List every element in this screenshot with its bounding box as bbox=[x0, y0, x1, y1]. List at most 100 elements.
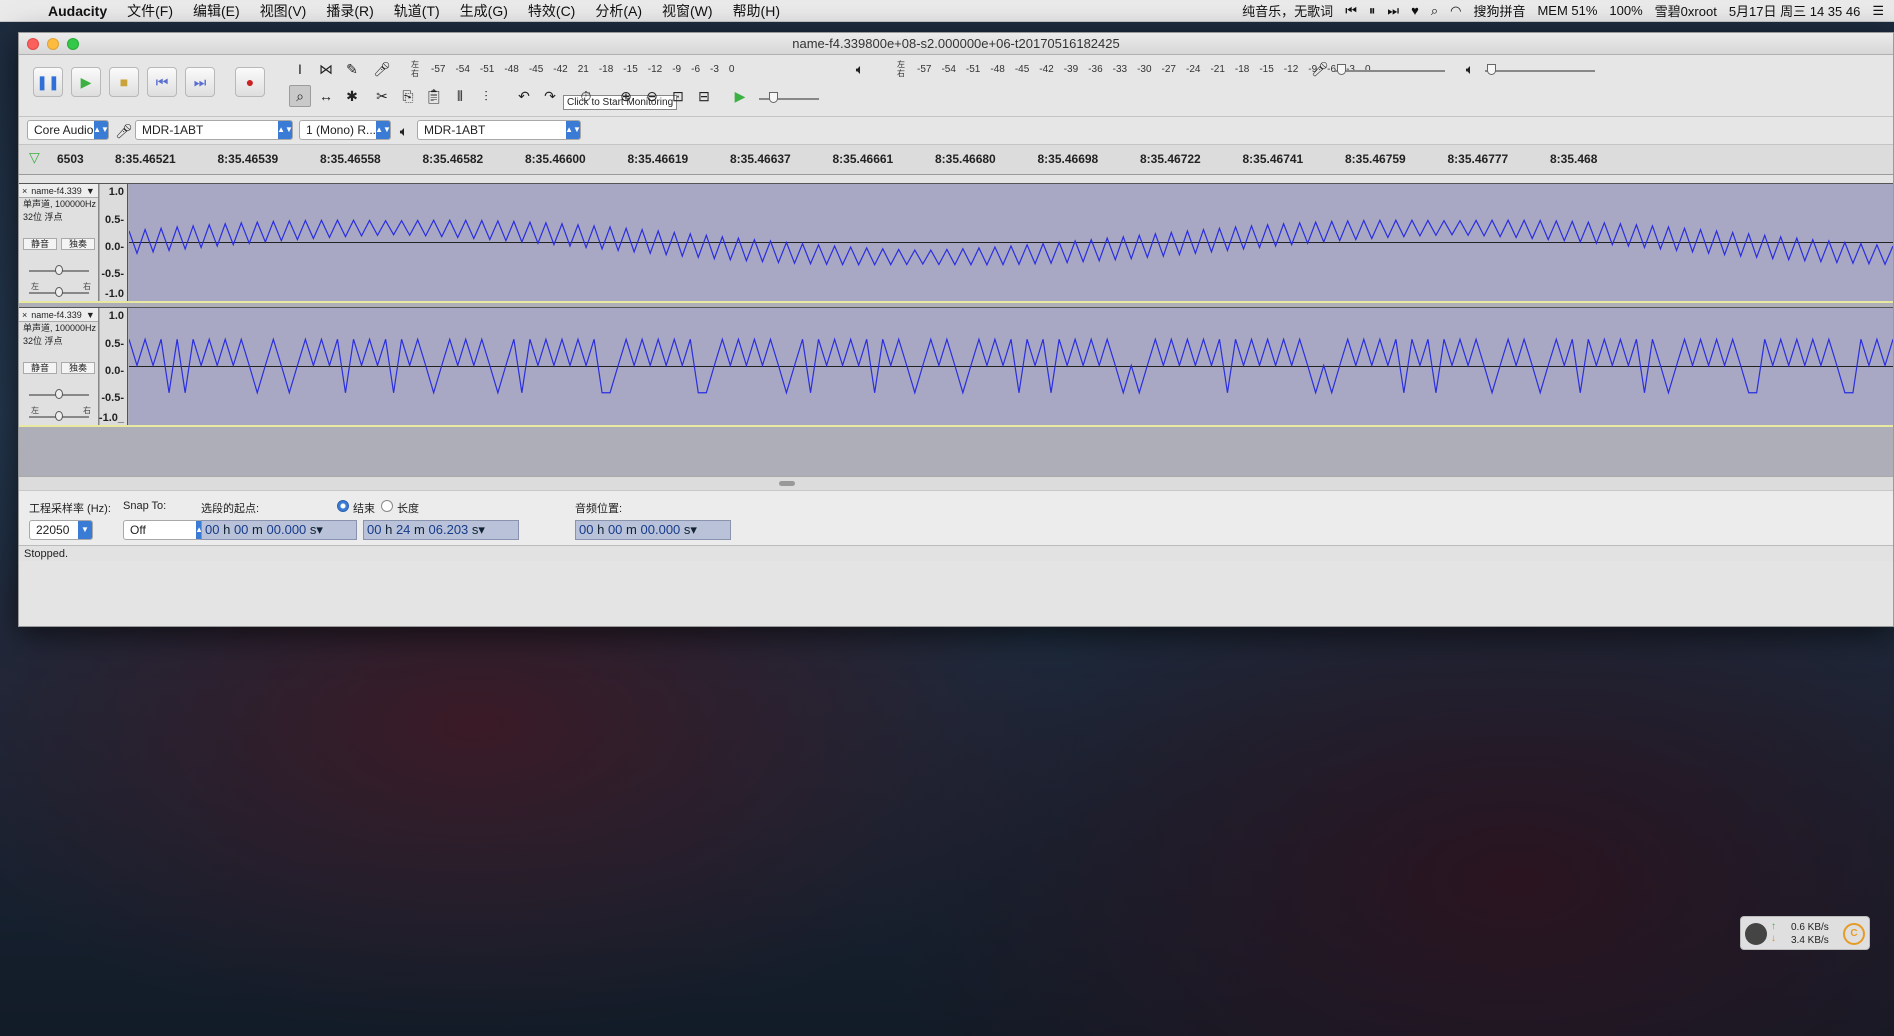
audio-host-select[interactable]: Core Audio ▲▼ bbox=[27, 120, 109, 140]
zoom-in-icon[interactable]: ⊕ bbox=[615, 85, 637, 107]
play-speed-slider-knob[interactable] bbox=[769, 92, 778, 103]
selection-end-timecode[interactable]: 00 h 24 m 06.203 s▾ bbox=[363, 520, 519, 540]
play-button[interactable]: ▶ bbox=[71, 67, 101, 97]
play-at-speed-icon[interactable]: ▶ bbox=[729, 85, 751, 107]
end-radio[interactable] bbox=[337, 500, 349, 512]
menu-transport[interactable]: 播录(R) bbox=[326, 1, 373, 21]
gain-slider-knob[interactable] bbox=[55, 265, 63, 275]
multi-tool-icon[interactable]: ✱ bbox=[341, 85, 363, 107]
menu-window[interactable]: 视窗(W) bbox=[662, 1, 713, 21]
heart-icon[interactable]: ♥ bbox=[1411, 3, 1419, 18]
end-minutes[interactable]: 24 bbox=[396, 522, 410, 537]
play-speed-slider[interactable] bbox=[759, 98, 819, 100]
length-radio[interactable] bbox=[381, 500, 393, 512]
snap-to-select[interactable]: Off▲▼ bbox=[123, 520, 211, 540]
audio-position-timecode[interactable]: 00 h 00 m 00.000 s▾ bbox=[575, 520, 731, 540]
start-hours[interactable]: 00 bbox=[205, 522, 219, 537]
zoom-window-button[interactable] bbox=[67, 38, 79, 50]
track-name[interactable]: name-f4.339 bbox=[31, 186, 82, 196]
waveform-display[interactable] bbox=[129, 184, 1893, 301]
timeline-ruler[interactable]: ▽ 6503 8:35.46521 8:35.46539 8:35.46558 8:35… bbox=[19, 145, 1893, 175]
audio-track[interactable]: × name-f4.339 ▼ 单声道, 100000Hz 32位 浮点 静音 … bbox=[19, 183, 1893, 303]
close-track-icon[interactable]: × bbox=[22, 310, 27, 320]
input-method[interactable]: 搜狗拼音 bbox=[1473, 1, 1525, 20]
undo-icon[interactable]: ↶ bbox=[513, 85, 535, 107]
silence-icon[interactable]: ⫶ bbox=[475, 85, 497, 107]
play-head-marker-icon[interactable]: ▽ bbox=[29, 149, 40, 166]
user-name[interactable]: 雪碧0xroot bbox=[1655, 1, 1717, 20]
menu-generate[interactable]: 生成(G) bbox=[460, 1, 508, 21]
memory-indicator[interactable]: MEM 51% bbox=[1537, 3, 1597, 18]
pause-icon[interactable]: ⏸ bbox=[1369, 3, 1376, 19]
pause-button[interactable]: ❚❚ bbox=[33, 67, 63, 97]
track-menu-chevron-icon[interactable]: ▼ bbox=[86, 310, 95, 320]
sync-lock-icon[interactable]: ⏱ bbox=[575, 85, 597, 107]
pos-minutes[interactable]: 00 bbox=[608, 522, 622, 537]
draw-tool-icon[interactable]: ✎ bbox=[341, 58, 363, 80]
gain-slider-knob[interactable] bbox=[55, 389, 63, 399]
cut-icon[interactable]: ✂ bbox=[371, 85, 393, 107]
recording-volume-slider[interactable] bbox=[1335, 70, 1445, 72]
horizontal-scrollbar[interactable] bbox=[19, 476, 1893, 490]
mute-button[interactable]: 静音 bbox=[23, 362, 57, 374]
input-device-select[interactable]: MDR-1ABT ▲▼ bbox=[135, 120, 293, 140]
zoom-out-icon[interactable]: ⊖ bbox=[641, 85, 663, 107]
app-menu[interactable]: Audacity bbox=[48, 3, 107, 19]
menu-tracks[interactable]: 轨道(T) bbox=[394, 1, 440, 21]
start-seconds[interactable]: 00.000 bbox=[267, 522, 307, 537]
selection-tool-icon[interactable]: I bbox=[289, 58, 311, 80]
close-window-button[interactable] bbox=[27, 38, 39, 50]
refresh-icon[interactable]: C bbox=[1843, 923, 1865, 945]
selection-start-timecode[interactable]: 00 h 00 m 00.000 s▾ bbox=[201, 520, 357, 540]
now-playing[interactable]: 纯音乐，无歌词 bbox=[1242, 1, 1333, 20]
waveform-display[interactable] bbox=[129, 308, 1893, 425]
playback-volume-slider-knob[interactable] bbox=[1487, 64, 1496, 75]
timeshift-tool-icon[interactable]: ↔ bbox=[315, 85, 337, 107]
track-name-bar[interactable]: × name-f4.339 ▼ bbox=[19, 184, 98, 198]
wifi-icon[interactable]: ◠ bbox=[1450, 3, 1461, 19]
end-hours[interactable]: 00 bbox=[367, 522, 381, 537]
paste-icon[interactable]: 📋︎ bbox=[423, 85, 445, 107]
pan-slider-knob[interactable] bbox=[55, 411, 63, 421]
pos-hours[interactable]: 00 bbox=[579, 522, 593, 537]
playback-volume-slider[interactable] bbox=[1485, 70, 1595, 72]
zoom-tool-icon[interactable]: ⌕ bbox=[289, 85, 311, 107]
skip-end-button[interactable]: ⏭ bbox=[185, 67, 215, 97]
solo-button[interactable]: 独奏 bbox=[61, 238, 95, 250]
playback-meter-speaker-icon[interactable]: 🔈︎ bbox=[849, 58, 871, 80]
prev-track-icon[interactable]: ⏮ bbox=[1345, 3, 1357, 19]
project-rate-select[interactable]: 22050 ▼ bbox=[29, 520, 93, 540]
playback-meter[interactable]: 左右 -57 -54 -51 -48 -45 -42 -39 -36 -33 -30 -27 -24 -2… bbox=[897, 58, 1371, 80]
copy-icon[interactable]: ⎘ bbox=[397, 85, 419, 107]
track-name-bar[interactable]: × name-f4.339 ▼ bbox=[19, 308, 98, 322]
record-meter[interactable]: 左右 -57 -54 -51 -48 -45 -42 21 -18 -15 -12 -9 -6 -3 0 bbox=[411, 58, 734, 80]
clock[interactable]: 5月17日 周三 14 35 46 bbox=[1729, 1, 1861, 20]
recording-volume-slider-knob[interactable] bbox=[1337, 64, 1346, 75]
menu-help[interactable]: 帮助(H) bbox=[733, 1, 780, 21]
audio-track[interactable]: × name-f4.339 ▼ 单声道, 100000Hz 32位 浮点 静音 … bbox=[19, 307, 1893, 427]
network-speed-widget[interactable]: ↑ ↓ 0.6 KB/s 3.4 KB/s C bbox=[1740, 916, 1870, 950]
scrollbar-thumb[interactable] bbox=[779, 481, 795, 486]
solo-button[interactable]: 独奏 bbox=[61, 362, 95, 374]
envelope-tool-icon[interactable]: ⋈ bbox=[315, 58, 337, 80]
stop-button[interactable]: ■ bbox=[109, 67, 139, 97]
start-minutes[interactable]: 00 bbox=[234, 522, 248, 537]
length-radio-label[interactable]: 长度 bbox=[397, 500, 419, 516]
battery-indicator[interactable]: 100% bbox=[1609, 3, 1642, 18]
output-device-select[interactable]: MDR-1ABT ▲▼ bbox=[417, 120, 581, 140]
menu-effect[interactable]: 特效(C) bbox=[528, 1, 575, 21]
close-track-icon[interactable]: × bbox=[22, 186, 27, 196]
search-icon[interactable]: ⌕ bbox=[1431, 3, 1438, 19]
menu-view[interactable]: 视图(V) bbox=[260, 1, 307, 21]
pos-seconds[interactable]: 00.000 bbox=[641, 522, 681, 537]
record-meter-mic-icon[interactable]: 🎤︎ bbox=[371, 58, 393, 80]
input-channels-select[interactable]: 1 (Mono) R... ▲▼ bbox=[299, 120, 391, 140]
menu-analyze[interactable]: 分析(A) bbox=[595, 1, 642, 21]
end-seconds[interactable]: 06.203 bbox=[429, 522, 469, 537]
fit-selection-icon[interactable]: ⊡ bbox=[667, 85, 689, 107]
pan-slider-knob[interactable] bbox=[55, 287, 63, 297]
redo-icon[interactable]: ↷ bbox=[539, 85, 561, 107]
track-menu-chevron-icon[interactable]: ▼ bbox=[86, 186, 95, 196]
fit-project-icon[interactable]: ⊟ bbox=[693, 85, 715, 107]
record-button[interactable]: ● bbox=[235, 67, 265, 97]
